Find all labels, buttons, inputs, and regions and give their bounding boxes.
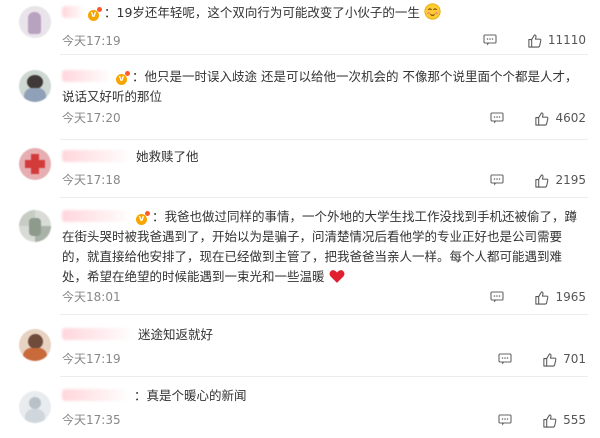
like-button[interactable]: 11110 — [527, 33, 586, 48]
reply-icon[interactable] — [490, 291, 505, 303]
username-redacted[interactable] — [62, 389, 130, 401]
avatar[interactable] — [19, 148, 51, 180]
comment-actions: 2195 — [490, 171, 586, 189]
comment-item: V ：19岁还年轻呢，这个双向行为可能改变了小伙子的一生 今天17:19 1111… — [0, 0, 600, 55]
comment-time: 今天17:20 — [62, 111, 121, 125]
reply-icon[interactable] — [490, 174, 505, 186]
like-button[interactable]: 2195 — [534, 173, 586, 188]
comment-item: V ：我爸也做过同样的事情，一个外地的大学生找工作没找到手机还被偷了，蹲在街头哭时… — [0, 198, 600, 315]
thumbs-up-icon — [543, 352, 557, 367]
like-button[interactable]: 1965 — [534, 290, 586, 305]
comment-actions: 701 — [498, 350, 586, 368]
badge-dot-icon — [145, 211, 150, 216]
like-count: 1965 — [555, 290, 586, 304]
avatar[interactable] — [19, 6, 51, 38]
thumbs-up-icon — [535, 173, 549, 188]
comment-text-line: 迷途知返就好 — [62, 325, 586, 345]
comment-list: V ：19岁还年轻呢，这个双向行为可能改变了小伙子的一生 今天17:19 1111… — [0, 0, 600, 438]
reply-icon[interactable] — [490, 112, 505, 124]
thumbs-up-icon — [528, 33, 542, 48]
like-count: 555 — [563, 413, 586, 427]
colon: ： — [152, 209, 165, 224]
username-redacted[interactable] — [62, 6, 84, 18]
comment-actions: 4602 — [490, 109, 586, 127]
avatar[interactable] — [19, 329, 51, 361]
comment-time: 今天18:01 — [62, 290, 121, 304]
like-count: 11110 — [547, 33, 586, 47]
reply-icon[interactable] — [483, 34, 497, 46]
reply-icon[interactable] — [498, 414, 512, 426]
comment-item: 迷途知返就好 今天17:19 701 — [0, 315, 600, 377]
comment-actions: 1965 — [490, 288, 586, 306]
like-button[interactable]: 555 — [542, 413, 586, 428]
comment-actions: 11110 — [483, 31, 586, 49]
comment-item: V ：他只是一时误入歧途 还是可以给他一次机会的 不像那个说里面个个都是人才，说话… — [0, 55, 600, 140]
comment-text-line: ：真是个暖心的新闻 — [62, 386, 586, 406]
comment-text-line: 她救赎了他 — [62, 147, 586, 167]
colon: ： — [104, 5, 117, 20]
thumbs-up-icon — [535, 111, 549, 126]
avatar[interactable] — [19, 70, 51, 102]
username-redacted[interactable] — [62, 328, 134, 340]
like-button[interactable]: 701 — [542, 352, 586, 367]
like-count: 4602 — [555, 111, 586, 125]
blushing-face-emoji-icon — [424, 3, 441, 20]
badge-dot-icon — [97, 7, 102, 12]
comment-item: 她救赎了他 今天17:18 2195 — [0, 140, 600, 198]
avatar[interactable] — [19, 391, 51, 423]
badge-dot-icon — [125, 71, 130, 76]
comment-actions: 555 — [498, 411, 586, 429]
comment-time: 今天17:18 — [62, 173, 121, 187]
comment-text-line: V ：我爸也做过同样的事情，一个外地的大学生找工作没找到手机还被偷了，蹲在街头哭时… — [62, 207, 586, 287]
red-heart-emoji-icon — [328, 270, 345, 283]
like-count: 2195 — [555, 173, 586, 187]
comment-text: 19岁还年轻呢，这个双向行为可能改变了小伙子的一生 — [116, 5, 420, 20]
comment-text-line: V ：19岁还年轻呢，这个双向行为可能改变了小伙子的一生 — [62, 3, 586, 23]
comment-text: 迷途知返就好 — [138, 327, 214, 342]
comment-text: 真是个暖心的新闻 — [146, 388, 247, 403]
like-button[interactable]: 4602 — [534, 111, 586, 126]
comment-text: 她救赎了他 — [136, 149, 199, 164]
comment-time: 今天17:19 — [62, 34, 121, 48]
username-redacted[interactable] — [62, 210, 132, 222]
comment-item: ：真是个暖心的新闻 今天17:35 555 — [0, 377, 600, 438]
colon: ： — [134, 388, 147, 403]
like-count: 701 — [563, 352, 586, 366]
avatar[interactable] — [19, 210, 51, 242]
reply-icon[interactable] — [498, 353, 512, 365]
thumbs-up-icon — [535, 290, 549, 305]
username-redacted[interactable] — [62, 150, 132, 162]
comment-time: 今天17:35 — [62, 413, 121, 427]
comment-text-line: V ：他只是一时误入歧途 还是可以给他一次机会的 不像那个说里面个个都是人才，说话… — [62, 67, 586, 107]
colon: ： — [132, 69, 145, 84]
username-redacted[interactable] — [62, 70, 112, 82]
comment-time: 今天17:19 — [62, 352, 121, 366]
thumbs-up-icon — [543, 413, 557, 428]
